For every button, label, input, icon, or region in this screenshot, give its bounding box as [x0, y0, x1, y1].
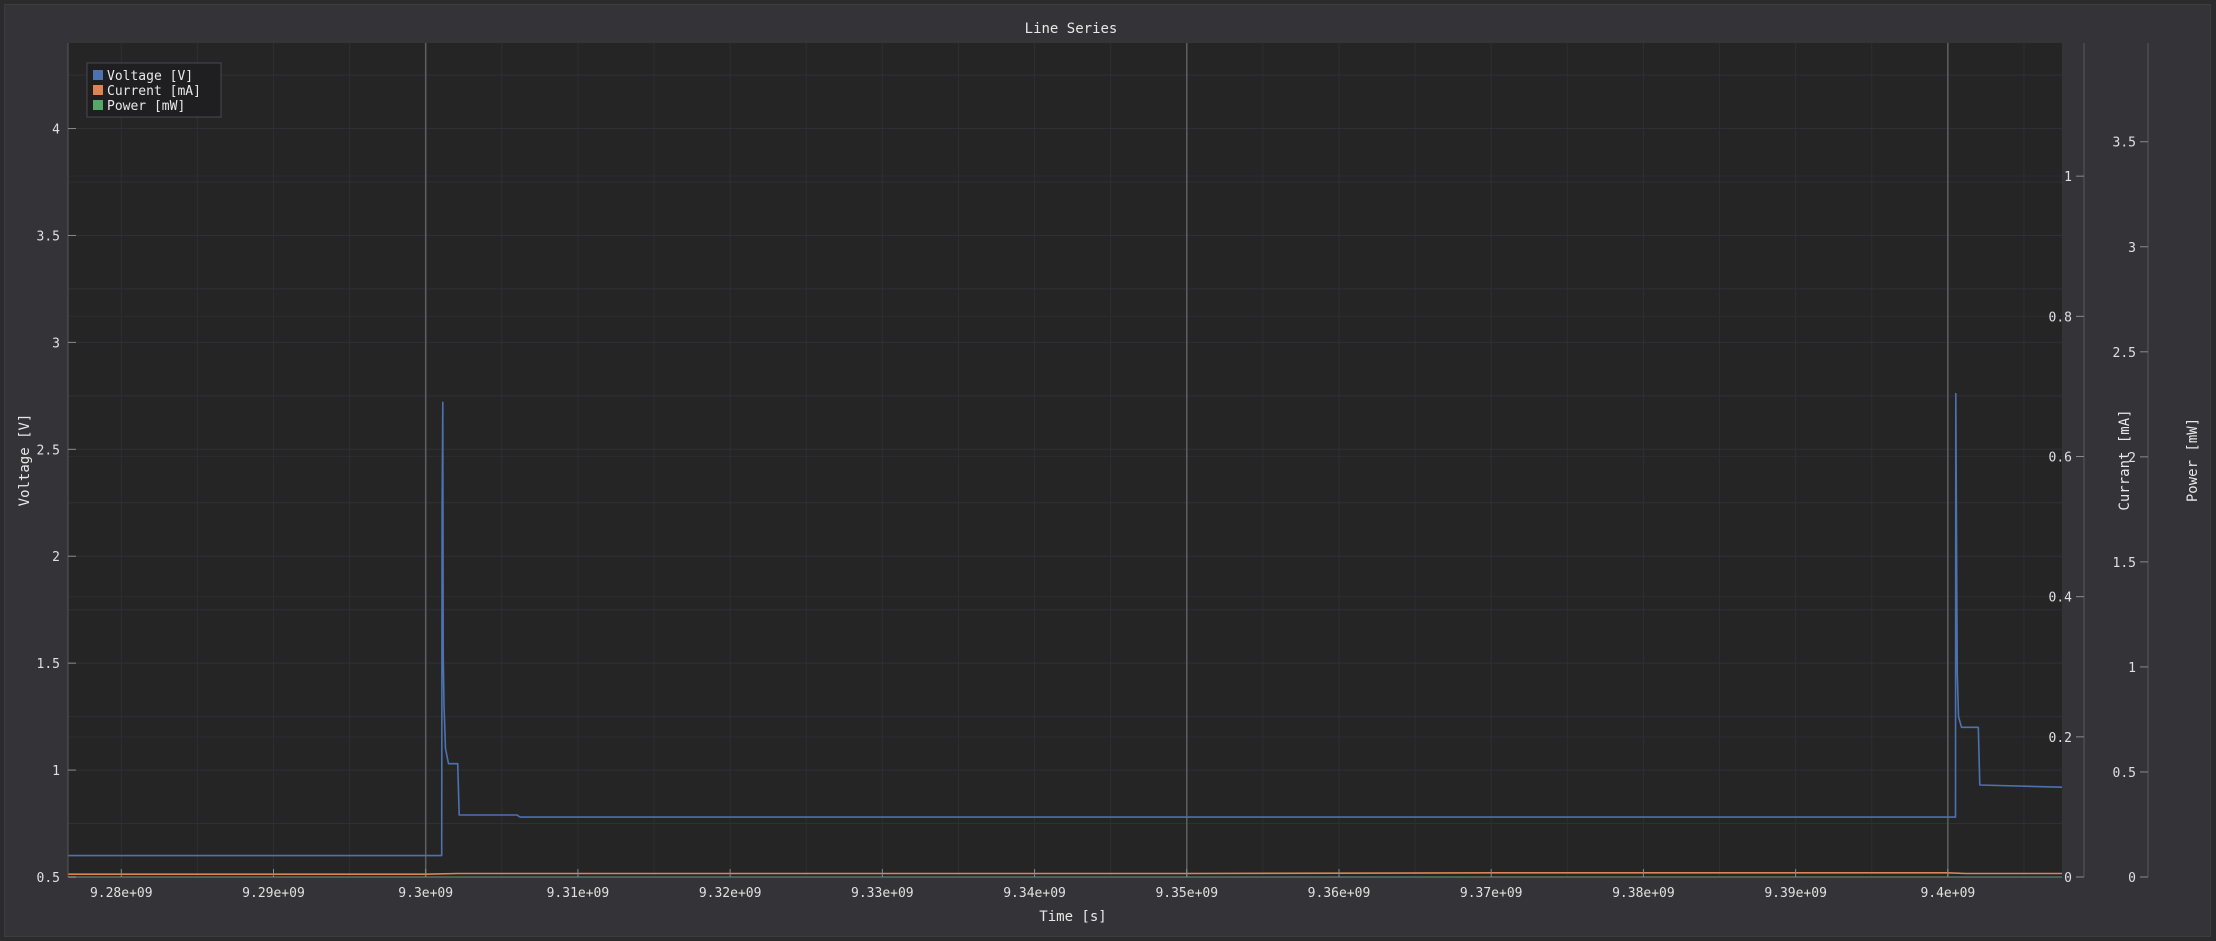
- x-tick-label: 9.38e+09: [1612, 886, 1675, 901]
- y-tick-label-power: 3.5: [2113, 136, 2136, 151]
- y-tick-label-current: 0.8: [2049, 310, 2072, 325]
- y-tick-label-current: 0: [2064, 871, 2072, 886]
- legend-swatch-voltage: [93, 70, 103, 80]
- y-tick-label-current: 0.4: [2049, 591, 2073, 606]
- legend-swatch-current: [93, 85, 103, 95]
- x-tick-label: 9.31e+09: [547, 886, 610, 901]
- x-tick-label: 9.4e+09: [1920, 886, 1975, 901]
- x-tick-label: 9.39e+09: [1764, 886, 1827, 901]
- x-tick-label: 9.32e+09: [699, 886, 762, 901]
- y-tick-label-voltage: 0.5: [37, 871, 60, 886]
- y-tick-label-voltage: 3: [52, 336, 60, 351]
- y-tick-label-voltage: 2: [52, 550, 60, 565]
- y-tick-label-voltage: 1: [52, 764, 60, 779]
- y-tick-label-power: 0: [2128, 871, 2136, 886]
- y-tick-label-power: 1.5: [2113, 556, 2136, 571]
- x-tick-label: 9.3e+09: [398, 886, 453, 901]
- x-tick-label: 9.36e+09: [1308, 886, 1371, 901]
- y-axis-label-power: Power [mW]: [2185, 418, 2201, 502]
- legend[interactable]: Voltage [V]Current [mA]Power [mW]: [86, 62, 222, 118]
- y-tick-label-current: 0.6: [2049, 450, 2072, 465]
- y-tick-label-voltage: 2.5: [37, 443, 60, 458]
- y-tick-label-current: 1: [2064, 170, 2072, 185]
- x-tick-label: 9.33e+09: [851, 886, 914, 901]
- legend-label-current: Current [mA]: [107, 84, 201, 99]
- y-tick-label-power: 2.5: [2113, 346, 2136, 361]
- x-tick-label: 9.34e+09: [1003, 886, 1066, 901]
- y-tick-label-power: 1: [2128, 661, 2136, 676]
- plot-area[interactable]: [68, 43, 2062, 877]
- y-axis-label-voltage: Voltage [V]: [17, 414, 33, 507]
- y-tick-label-voltage: 3.5: [37, 229, 60, 244]
- x-axis-label: Time [s]: [1039, 909, 1106, 925]
- y-axis-label-current: Currant [mA]: [2117, 409, 2133, 510]
- x-tick-label: 9.28e+09: [90, 886, 153, 901]
- x-tick-label: 9.37e+09: [1460, 886, 1523, 901]
- y-tick-label-voltage: 1.5: [37, 657, 60, 672]
- line-series-chart[interactable]: Line Series 9.28e+09 9.29e+09 9.3e+09 9.31e…: [5, 5, 2212, 938]
- y-tick-label-power: 3: [2128, 241, 2136, 256]
- legend-label-power: Power [mW]: [107, 99, 185, 114]
- legend-label-voltage: Voltage [V]: [107, 69, 193, 84]
- plot-window: Line Series 9.28e+09 9.29e+09 9.3e+09 9.31e…: [4, 4, 2211, 937]
- y-tick-label-voltage: 4: [52, 123, 60, 138]
- x-tick-label: 9.35e+09: [1155, 886, 1218, 901]
- legend-swatch-power: [93, 100, 103, 110]
- x-tick-label: 9.29e+09: [242, 886, 305, 901]
- y-tick-label-power: 0.5: [2113, 766, 2136, 781]
- chart-title: Line Series: [1025, 21, 1118, 37]
- y-tick-label-current: 0.2: [2049, 731, 2072, 746]
